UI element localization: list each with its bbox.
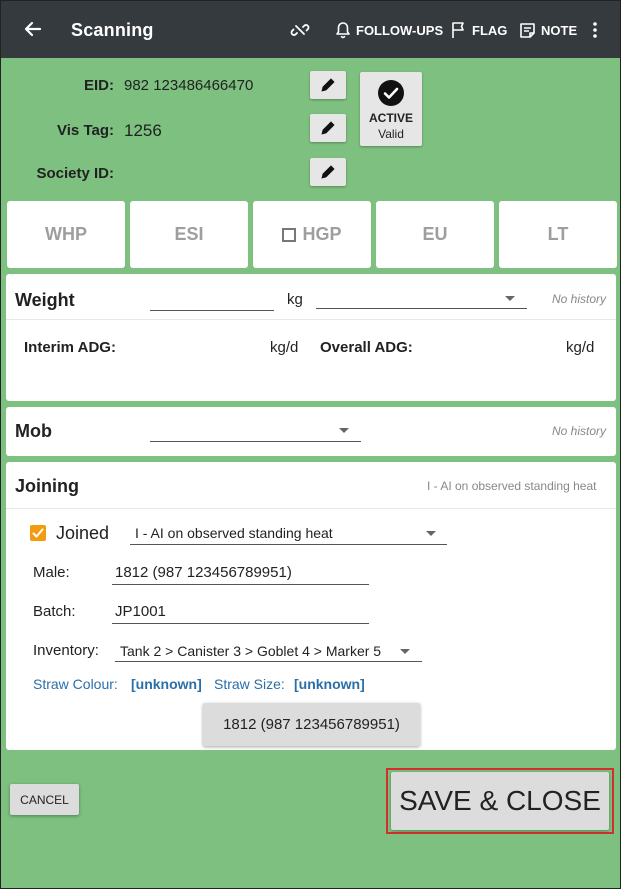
mob-history-text: No history: [552, 424, 607, 438]
joining-method-value: I - AI on observed standing heat: [135, 525, 333, 541]
app-bar: Scanning FOLLOW-UPS FLAG NOTE: [1, 1, 620, 58]
tag-lt-button[interactable]: LT: [499, 201, 617, 268]
male-value[interactable]: 1812 (987 123456789951): [115, 564, 292, 581]
batch-input-underline: [112, 623, 369, 624]
divider: [6, 508, 616, 509]
tag-whp-button[interactable]: WHP: [7, 201, 125, 268]
follow-ups-label: FOLLOW-UPS: [356, 22, 444, 38]
inventory-label: Inventory:: [33, 642, 99, 659]
joining-summary: I - AI on observed standing heat: [427, 479, 597, 493]
checkbox-outline-icon: [282, 227, 297, 242]
page-title: Scanning: [71, 20, 154, 40]
pencil-icon: [321, 165, 335, 179]
weight-title: Weight: [15, 290, 75, 310]
edit-society-id-button[interactable]: [310, 158, 346, 186]
edit-eid-button[interactable]: [310, 71, 346, 99]
pencil-icon: [321, 121, 335, 135]
joining-method-dropdown[interactable]: I - AI on observed standing heat: [130, 524, 447, 545]
flag-icon: [452, 22, 464, 38]
joining-title: Joining: [15, 476, 79, 496]
bell-icon: [336, 22, 350, 39]
overall-adg-unit: kg/d: [566, 339, 595, 356]
tag-eu-button[interactable]: EU: [376, 201, 494, 268]
flag-button[interactable]: FLAG: [451, 19, 507, 41]
straw-colour-label: Straw Colour:: [33, 676, 118, 692]
weight-history-text: No history: [552, 292, 607, 306]
joining-card: Joining I - AI on observed standing heat…: [6, 462, 616, 750]
male-input-underline: [112, 584, 369, 585]
batch-label: Batch:: [33, 603, 76, 620]
tag-eu-label: EU: [422, 224, 448, 244]
chevron-down-icon: [505, 296, 515, 301]
chevron-down-icon: [339, 428, 349, 433]
inventory-dropdown[interactable]: Tank 2 > Canister 3 > Goblet 4 > Marker …: [115, 641, 422, 662]
dropdown-underline: [115, 661, 422, 662]
weight-unit: kg: [287, 291, 303, 308]
weight-input[interactable]: [150, 310, 274, 311]
divider: [6, 319, 616, 320]
follow-ups-button[interactable]: FOLLOW-UPS: [335, 19, 443, 41]
mob-card: Mob No history: [6, 407, 616, 456]
weight-history-dropdown[interactable]: [316, 308, 527, 309]
chevron-down-icon: [400, 649, 410, 654]
status-label: ACTIVE: [368, 111, 413, 125]
tag-lt-label: LT: [547, 224, 569, 244]
straw-size-value[interactable]: [unknown]: [294, 676, 365, 692]
sire-button-label: 1812 (987 123456789951): [223, 716, 400, 733]
weight-card: Weight kg No history Interim ADG: kg/d O…: [6, 274, 616, 401]
note-label: NOTE: [541, 22, 578, 38]
straw-colour-value[interactable]: [unknown]: [131, 676, 202, 692]
cancel-button[interactable]: CANCEL: [10, 784, 79, 815]
tag-esi-button[interactable]: ESI: [130, 201, 248, 268]
tag-hgp-button[interactable]: HGP: [253, 201, 371, 268]
sire-button[interactable]: 1812 (987 123456789951): [203, 703, 420, 746]
save-and-close-button[interactable]: SAVE & CLOSE: [391, 772, 609, 830]
tag-whp-label: WHP: [45, 224, 87, 244]
eid-value: 982 123486466470: [124, 77, 254, 94]
male-label: Male:: [33, 564, 70, 581]
flag-label: FLAG: [472, 22, 508, 38]
tag-hgp-label: HGP: [302, 224, 342, 244]
eid-label: EID:: [84, 77, 114, 94]
save-and-close-label: SAVE & CLOSE: [399, 785, 601, 816]
interim-adg-unit: kg/d: [270, 339, 299, 356]
tag-esi-label: ESI: [174, 224, 204, 244]
check-icon: [32, 528, 44, 538]
vistag-label: Vis Tag:: [57, 122, 114, 139]
edit-vistag-button[interactable]: [310, 114, 346, 142]
note-icon: [520, 22, 535, 38]
back-arrow-icon[interactable]: [23, 19, 43, 39]
inventory-value: Tank 2 > Canister 3 > Goblet 4 > Marker …: [120, 643, 382, 659]
society-id-label: Society ID:: [36, 165, 114, 182]
pencil-icon: [321, 78, 335, 92]
straw-size-label: Straw Size:: [214, 676, 285, 692]
batch-value[interactable]: JP1001: [115, 603, 166, 620]
note-button[interactable]: NOTE: [519, 19, 577, 41]
unlink-icon[interactable]: [290, 19, 315, 41]
cancel-label: CANCEL: [20, 792, 69, 807]
screen: Scanning FOLLOW-UPS FLAG NOTE EID: 982 1…: [0, 0, 621, 889]
mob-title: Mob: [15, 421, 52, 441]
overall-adg-label: Overall ADG:: [320, 339, 413, 356]
check-circle-icon: [378, 80, 404, 106]
mob-dropdown[interactable]: [150, 441, 361, 442]
status-sub-label: Valid: [378, 127, 404, 141]
status-active-button[interactable]: ACTIVE Valid: [360, 72, 422, 146]
more-vert-icon[interactable]: [589, 19, 606, 41]
joined-label: Joined: [56, 523, 110, 543]
dropdown-underline: [130, 544, 447, 545]
interim-adg-label: Interim ADG:: [24, 339, 116, 356]
vistag-value: 1256: [124, 121, 162, 140]
joined-checkbox[interactable]: [30, 525, 46, 541]
chevron-down-icon: [426, 531, 436, 536]
